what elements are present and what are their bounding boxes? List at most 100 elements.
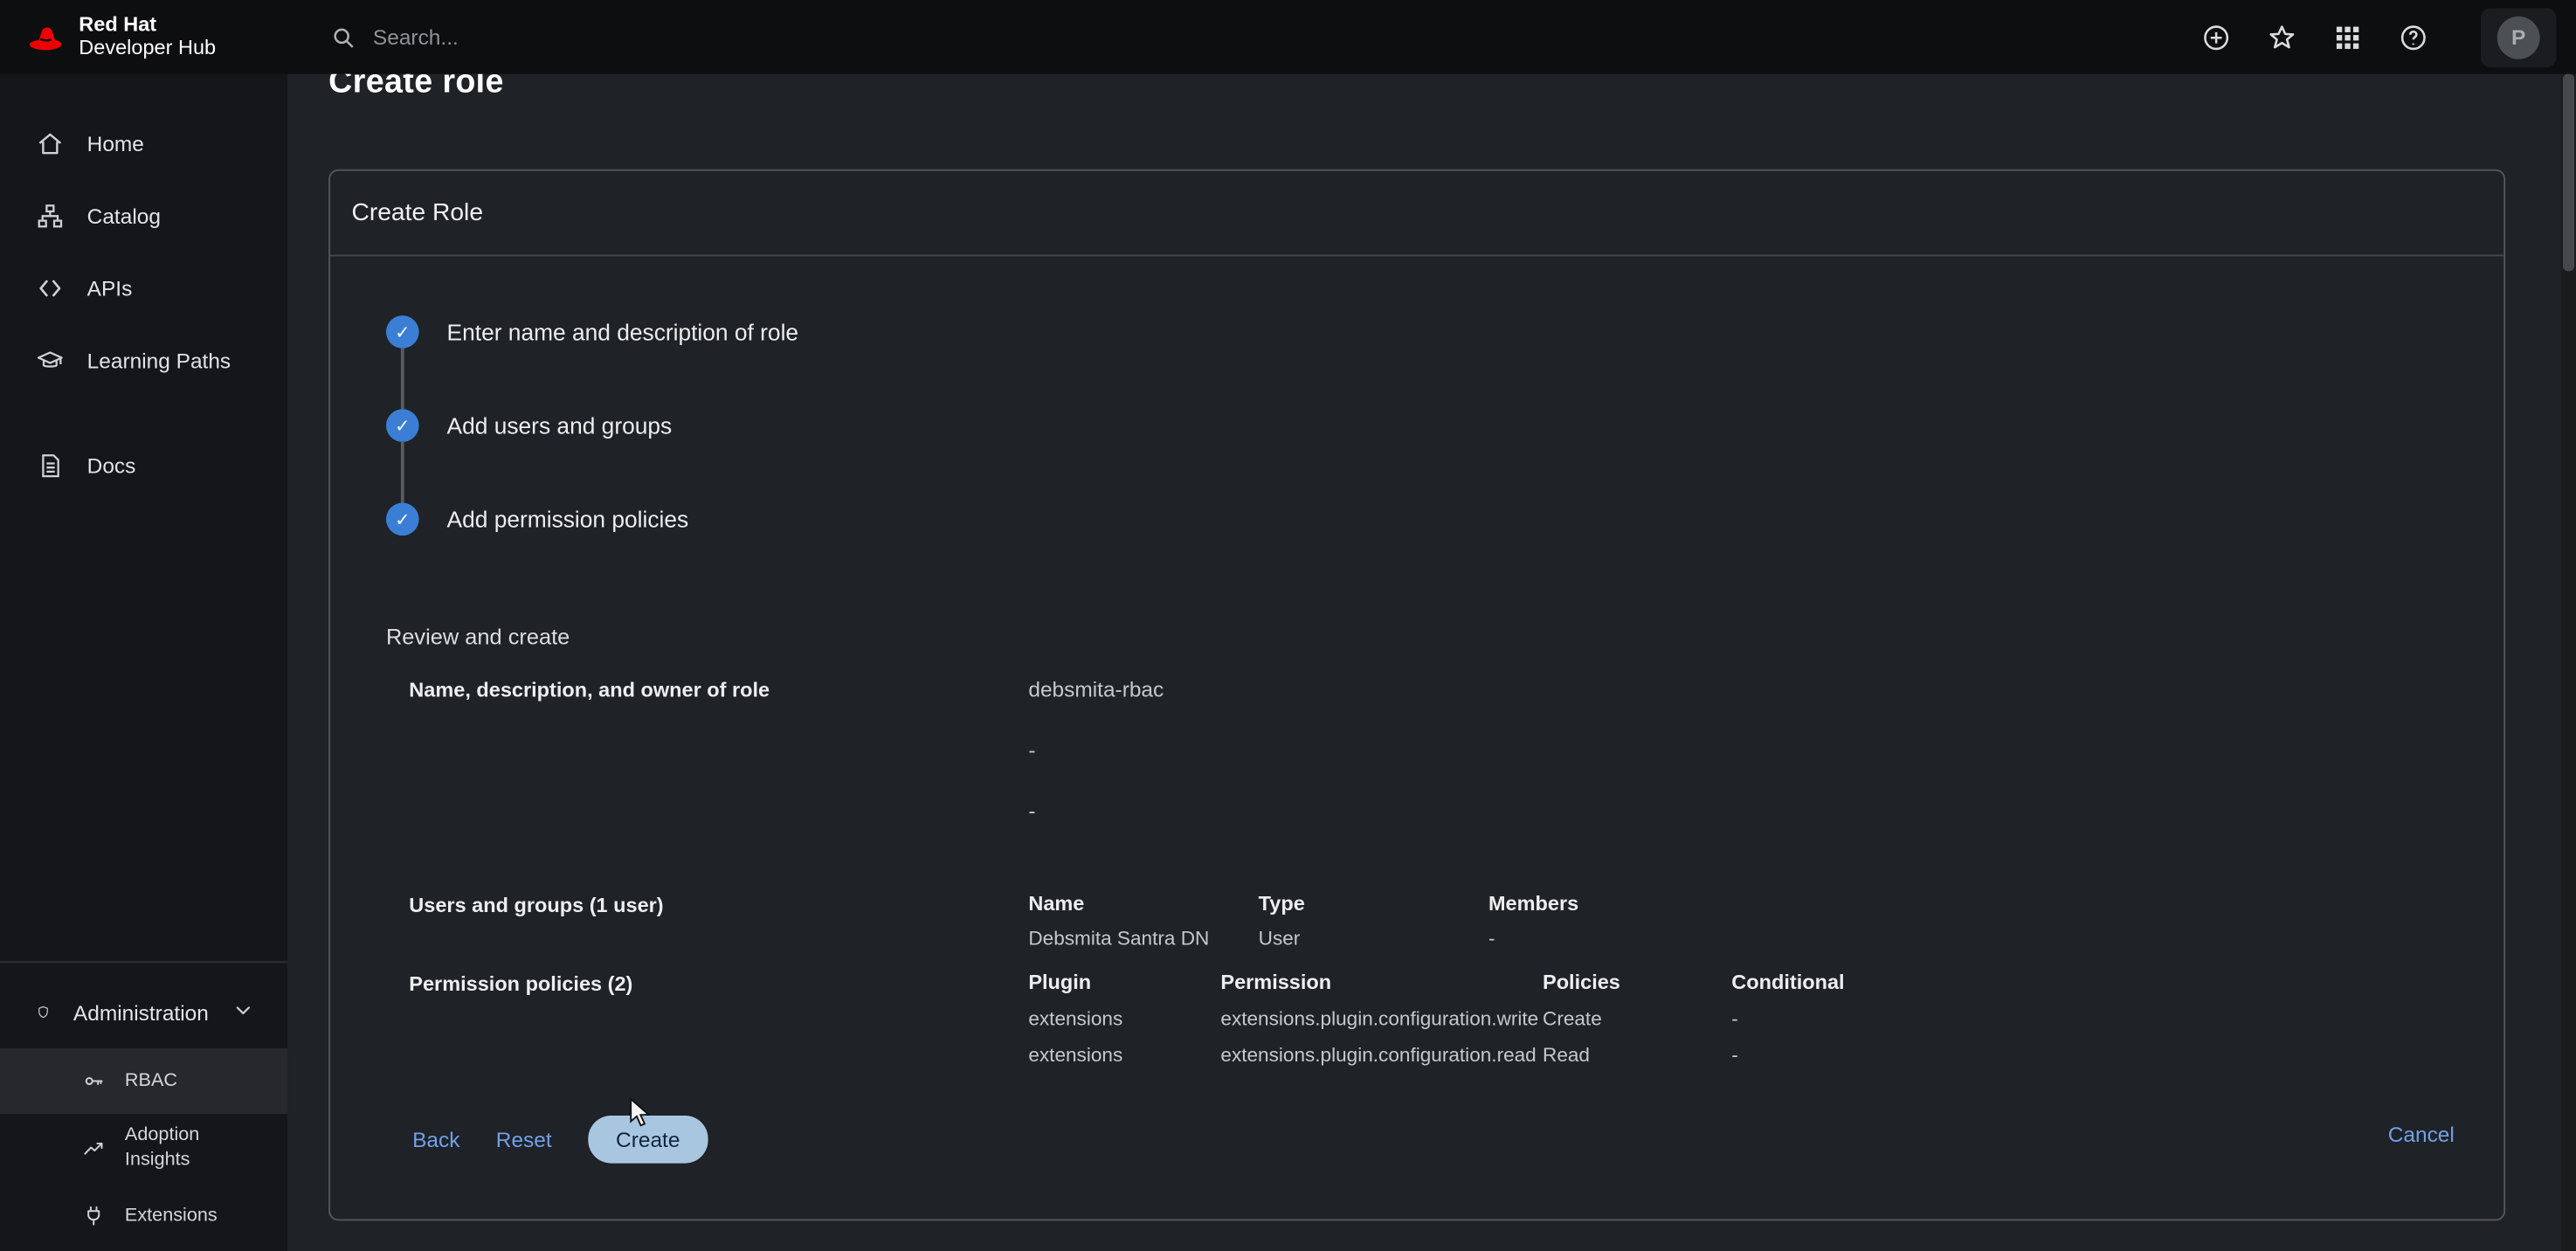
reset-button[interactable]: Reset [496,1127,552,1151]
column-header: Permission [1220,972,1543,993]
sidebar-item-adoption-insights[interactable]: Adoption Insights [0,1114,287,1183]
avatar: P [2497,16,2540,59]
column-header: Name [1028,894,1258,915]
catalog-icon [36,201,64,229]
card-title: Create Role [330,171,2503,257]
card-body: Enter name and description of role Add u… [330,256,2503,1219]
app-grid-icon[interactable] [2333,22,2363,52]
sidebar-item-label: APIs [87,275,133,300]
review-users-section: Users and groups (1 user) Name Type Memb… [386,894,2503,950]
home-icon [36,129,64,157]
table-cell: Debsmita Santra DN [1028,929,1258,950]
sidebar-item-label: Learning Paths [87,348,231,372]
review-heading: Review and create [386,625,2503,649]
shield-icon [36,999,50,1025]
table-cell: extensions.plugin.configuration.read [1220,1045,1543,1066]
star-icon[interactable] [2267,22,2296,52]
step-connector [401,349,404,410]
column-header: Members [1488,894,2503,915]
redhat-logo-icon [23,16,66,59]
page-title: Create role [328,74,2576,102]
docs-icon [36,451,64,479]
sidebar-item-home[interactable]: Home [0,107,287,179]
step-label: Enter name and description of role [447,319,799,345]
sidebar-item-administration[interactable]: Administration [0,976,287,1048]
plug-icon [82,1204,105,1227]
back-button[interactable]: Back [412,1127,459,1151]
wizard-actions: Back Reset Create [412,1116,2503,1164]
column-header: Conditional [1731,972,2503,993]
topbar-actions: P [2201,7,2556,66]
scrollbar-thumb[interactable] [2563,74,2574,272]
column-header: Type [1259,894,1488,915]
role-owner-value: - [1028,800,2503,821]
sidebar-item-label: Home [87,131,144,156]
column-header: Policies [1543,972,1731,993]
review-name-section: Name, description, and owner of role deb… [386,679,2503,861]
step-label: Add users and groups [447,412,673,439]
section-label: Permission policies (2) [409,972,1028,995]
sidebar-item-catalog[interactable]: Catalog [0,179,287,252]
sidebar-item-rbac[interactable]: RBAC [0,1048,287,1114]
table-cell: - [1488,929,2503,950]
key-icon [82,1069,105,1092]
table-cell: User [1259,929,1488,950]
step-3[interactable]: Add permission policies [386,503,2503,536]
section-label: Name, description, and owner of role [409,679,1028,702]
cancel-button[interactable]: Cancel [2388,1123,2455,1147]
search-icon [330,24,356,50]
sidebar-nav: Home Catalog APIs Learning Paths Docs [0,74,287,501]
app-window: Red Hat Developer Hub P [0,0,2576,1251]
create-button[interactable]: Create [588,1116,708,1164]
sidebar-item-label: Administration [73,999,209,1024]
step-complete-icon [386,503,419,536]
step-1[interactable]: Enter name and description of role [386,315,2503,349]
sidebar-item-label: RBAC [125,1071,177,1091]
sidebar-item-label: Extensions [125,1206,218,1226]
user-menu-button[interactable]: P [2481,7,2557,66]
table-cell: extensions [1028,1045,1220,1066]
global-search[interactable] [330,24,2201,50]
sidebar-item-label: Catalog [87,203,161,227]
question-circle-icon[interactable] [2399,22,2428,52]
review-permissions-section: Permission policies (2) Plugin Permissio… [386,972,2503,1066]
step-label: Add permission policies [447,506,689,532]
role-name-value: debsmita-rbac [1028,679,2503,700]
brand-line1: Red Hat [79,15,216,37]
section-values: debsmita-rbac - - [1028,679,2503,861]
topbar: Red Hat Developer Hub P [0,0,2576,74]
table-cell: Read [1543,1045,1731,1066]
plus-circle-icon[interactable] [2201,22,2231,52]
learning-paths-icon [36,346,64,374]
step-complete-icon [386,315,419,349]
sidebar-item-label: Adoption Insights [125,1114,224,1183]
search-input[interactable] [373,24,899,49]
step-2[interactable]: Add users and groups [386,409,2503,442]
permissions-table: Plugin Permission Policies Conditional e… [1028,972,2503,1066]
brand[interactable]: Red Hat Developer Hub [0,15,287,59]
column-header: Plugin [1028,972,1220,993]
step-connector [401,442,404,503]
sidebar-item-extensions[interactable]: Extensions [0,1183,287,1248]
insights-icon [82,1137,105,1159]
sidebar-item-apis[interactable]: APIs [0,252,287,324]
sidebar-item-label: Docs [87,453,136,477]
brand-text: Red Hat Developer Hub [79,15,216,59]
sidebar: Home Catalog APIs Learning Paths Docs [0,74,287,1251]
table-cell: - [1731,1009,2503,1030]
sidebar-item-learning-paths[interactable]: Learning Paths [0,324,287,397]
table-cell: Create [1543,1009,1731,1030]
role-description-value: - [1028,739,2503,760]
sidebar-item-docs[interactable]: Docs [0,429,287,501]
vertical-scrollbar[interactable] [2561,74,2576,1251]
chevron-down-icon[interactable] [231,999,254,1026]
create-role-card: Create Role Enter name and description o… [328,169,2505,1221]
sidebar-admin-section: Administration RBAC Adoption Insights Ex… [0,961,287,1248]
table-cell: extensions [1028,1009,1220,1030]
users-table: Name Type Members Debsmita Santra DN Use… [1028,894,2503,950]
main-content: Create role Create Role Enter name and d… [287,74,2576,1251]
table-cell: - [1731,1045,2503,1066]
table-cell: extensions.plugin.configuration.write [1220,1009,1543,1030]
brand-line2: Developer Hub [79,37,216,59]
apis-icon [36,273,64,301]
